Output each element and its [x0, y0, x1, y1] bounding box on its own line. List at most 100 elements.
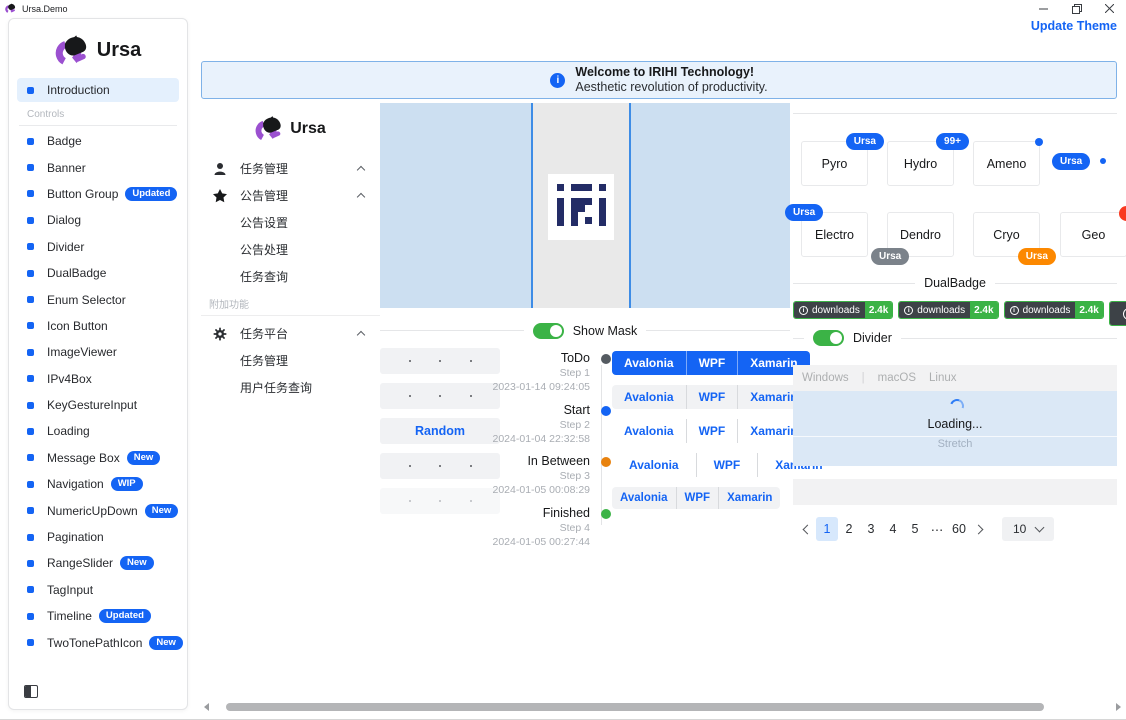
menu-group-task-mgmt[interactable]: 任务管理	[201, 155, 380, 182]
sidebar-item[interactable]: Pagination	[17, 524, 179, 550]
status-badge: WIP	[111, 477, 143, 491]
bullet-icon	[27, 454, 34, 461]
bullet-icon	[27, 375, 34, 382]
bullet-icon	[27, 349, 34, 356]
sidebar-item[interactable]: Navigation WIP	[17, 471, 179, 497]
bullet-icon	[27, 613, 34, 620]
sidebar-item[interactable]: TagInput	[17, 577, 179, 603]
sidebar-item[interactable]: ImageViewer	[17, 339, 179, 365]
status-badge: Updated	[125, 187, 177, 201]
collapse-sidebar-icon[interactable]	[24, 685, 38, 698]
tab-windows[interactable]: Windows	[802, 372, 849, 384]
restore-button[interactable]	[1060, 0, 1093, 17]
sidebar-item[interactable]: KeyGestureInput	[17, 392, 179, 418]
menu-item[interactable]: 任务查询	[201, 263, 380, 290]
sidebar-item[interactable]: NumericUpDown New	[17, 497, 179, 523]
ipv4-input[interactable]	[380, 383, 500, 409]
sidebar-item[interactable]: Badge	[17, 128, 179, 154]
sidebar-item[interactable]: Icon Button	[17, 313, 179, 339]
button[interactable]: Avalonia	[612, 453, 696, 477]
sidebar-item[interactable]: Dialog	[17, 207, 179, 233]
sidebar-item[interactable]: IPv4Box	[17, 366, 179, 392]
divider-toggle[interactable]	[813, 330, 844, 346]
button[interactable]: WPF	[696, 453, 758, 477]
bullet-icon	[27, 322, 34, 329]
menu-item[interactable]: 用户任务查询	[201, 374, 380, 401]
sidebar-item-label: KeyGestureInput	[47, 398, 137, 412]
next-page-button[interactable]	[970, 517, 990, 541]
bullet-icon	[27, 534, 34, 541]
sidebar-item[interactable]: RangeSlider New	[17, 550, 179, 576]
sidebar-item[interactable]: Enum Selector	[17, 286, 179, 312]
button[interactable]: Xamarin	[718, 487, 780, 509]
bullet-icon	[27, 402, 34, 409]
badge: Ursa	[1018, 248, 1056, 265]
button[interactable]: Avalonia	[612, 419, 686, 443]
menu-item[interactable]: 任务管理	[201, 347, 380, 374]
sidebar-item-label: Dialog	[47, 213, 81, 227]
button[interactable]: Avalonia	[612, 351, 686, 375]
loading-overlay: Stretch Loading...	[793, 391, 1117, 466]
scroll-left-icon[interactable]	[204, 703, 209, 711]
update-theme-button[interactable]: Update Theme	[1031, 19, 1117, 33]
page-number[interactable]: 1	[816, 517, 838, 541]
menu-item[interactable]: 公告设置	[201, 209, 380, 236]
scrollbar-thumb[interactable]	[226, 703, 1044, 711]
dual-badge: downloads 2.4k	[793, 301, 893, 319]
prev-page-button[interactable]	[796, 517, 816, 541]
sidebar-item[interactable]: Button Group Updated	[17, 181, 179, 207]
button[interactable]: Avalonia	[612, 385, 686, 409]
sidebar-item[interactable]: Divider	[17, 234, 179, 260]
sidebar-item[interactable]: Timeline Updated	[17, 603, 179, 629]
image-viewer[interactable]	[380, 103, 790, 308]
tab-linux[interactable]: Linux	[929, 372, 957, 384]
sidebar-item-label: Timeline	[47, 609, 92, 623]
menu-group-announcement[interactable]: 公告管理	[201, 182, 380, 209]
badge-card: Dendro Ursa	[887, 212, 954, 257]
sidebar-item-label: Navigation	[47, 477, 104, 491]
dot-badge-icon	[1119, 206, 1126, 221]
page-number[interactable]: 4	[882, 517, 904, 541]
page-number-last[interactable]: 60	[948, 517, 970, 541]
page-number[interactable]: 3	[860, 517, 882, 541]
close-button[interactable]	[1093, 0, 1126, 17]
scroll-right-icon[interactable]	[1116, 703, 1121, 711]
timeline-step: Start Step 2 2024-01-04 22:32:58	[492, 403, 590, 455]
sidebar-item-label: IPv4Box	[47, 372, 92, 386]
ipv4-input[interactable]	[380, 453, 500, 479]
sidebar-item-label: RangeSlider	[47, 556, 113, 570]
sidebar-item[interactable]: TwoTonePathIcon New	[17, 629, 179, 655]
page-number[interactable]: 2	[838, 517, 860, 541]
timeline-step-title: Start	[492, 403, 590, 418]
menu-group-task-platform[interactable]: 任务平台	[201, 320, 380, 347]
divider-line	[793, 338, 804, 339]
sidebar-item[interactable]: Loading	[17, 418, 179, 444]
button[interactable]: WPF	[686, 385, 738, 409]
button-group-solid: AvaloniaWPFXamarin	[612, 351, 810, 375]
show-mask-toggle[interactable]	[533, 323, 564, 339]
sidebar-item[interactable]: DualBadge	[17, 260, 179, 286]
sidebar-item-introduction[interactable]: Introduction	[17, 78, 179, 102]
masked-content-label: Stretch	[793, 438, 1117, 450]
button[interactable]: WPF	[676, 487, 719, 509]
button-group-borderless: AvaloniaWPFXamarin	[612, 419, 810, 443]
status-badge: New	[145, 504, 179, 518]
sidebar-item[interactable]: Banner	[17, 154, 179, 180]
page-size-select[interactable]: 10	[1002, 517, 1054, 541]
page-number[interactable]: 5	[904, 517, 926, 541]
button[interactable]: Avalonia	[612, 487, 676, 509]
random-button[interactable]: Random	[380, 418, 500, 444]
sidebar-item-label: ImageViewer	[47, 345, 117, 359]
minimize-button[interactable]	[1027, 0, 1060, 17]
bullet-icon	[27, 243, 34, 250]
menu-item[interactable]: 公告处理	[201, 236, 380, 263]
menu-section-label: 附加功能	[201, 294, 380, 316]
button[interactable]: WPF	[686, 419, 738, 443]
timeline-dot-icon	[601, 457, 611, 467]
divider-toggle-label: Divider	[853, 331, 892, 345]
button[interactable]: WPF	[686, 351, 738, 375]
tab-macos[interactable]: macOS	[878, 372, 916, 384]
ipv4-input[interactable]	[380, 348, 500, 374]
ursa-logo-icon	[255, 115, 283, 143]
sidebar-item[interactable]: Message Box New	[17, 445, 179, 471]
